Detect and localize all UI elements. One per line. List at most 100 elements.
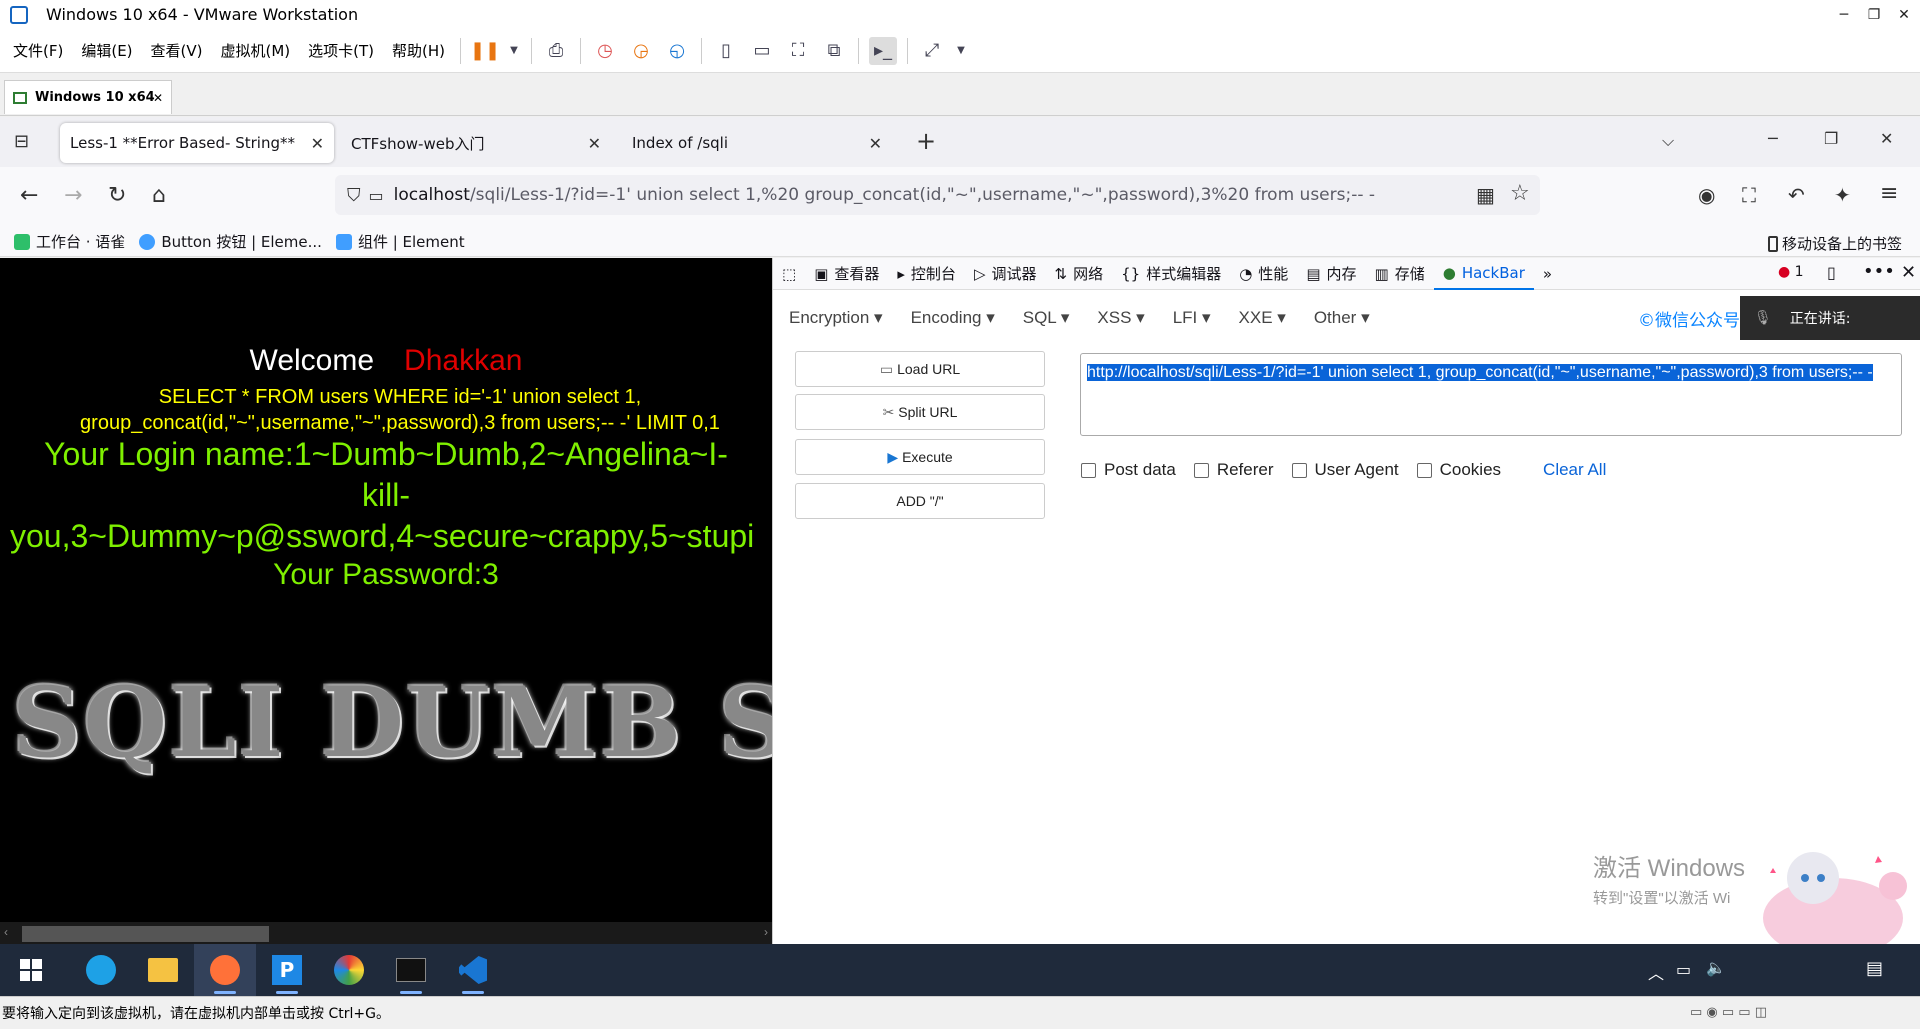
user-agent-option[interactable]: User Agent	[1291, 460, 1399, 480]
back-icon[interactable]: ←	[20, 183, 38, 208]
taskbar-edge[interactable]	[70, 944, 132, 996]
menu-lfi[interactable]: LFI ▾	[1161, 308, 1223, 328]
revert-snapshot-icon[interactable]: ◶	[627, 37, 655, 65]
start-button[interactable]	[0, 944, 62, 996]
menu-xss[interactable]: XSS ▾	[1085, 308, 1156, 328]
tab-hackbar[interactable]: ● HackBar	[1433, 258, 1534, 290]
error-icon[interactable]: ● 1	[1778, 264, 1804, 280]
tab-index-sqli[interactable]: Index of /sqli ✕	[622, 123, 892, 163]
horizontal-scrollbar[interactable]: ‹ ›	[0, 922, 772, 944]
bookmark-element-button[interactable]: Button 按钮 | Eleme...	[139, 231, 322, 252]
element-picker-icon[interactable]: ⬚	[773, 258, 805, 290]
tab-storage[interactable]: ▥ 存储	[1366, 258, 1434, 290]
tab-inspector[interactable]: ▣ 查看器	[805, 258, 888, 290]
bookmark-yuque[interactable]: 工作台 · 语雀	[14, 231, 125, 252]
console-icon[interactable]: ▸_	[869, 36, 898, 65]
tab-network[interactable]: ⇅ 网络	[1046, 258, 1113, 290]
vm-tab[interactable]: Windows 10 x64 ✕	[4, 80, 172, 114]
new-tab-icon[interactable]: +	[916, 127, 936, 155]
tab-style-editor[interactable]: {} 样式编辑器	[1112, 258, 1230, 290]
tab-debugger[interactable]: ▷ 调试器	[965, 258, 1046, 290]
unity-icon[interactable]: ⧉	[820, 37, 848, 65]
tab-overview-icon[interactable]: ⊟	[14, 131, 29, 152]
chevron-down-icon[interactable]: ▼	[954, 37, 968, 65]
account-icon[interactable]: ◉	[1698, 183, 1715, 207]
load-url-button[interactable]: ▭ Load URL	[795, 351, 1045, 387]
extensions-icon[interactable]: ✦	[1834, 183, 1851, 207]
shield-icon[interactable]: ⛉	[347, 185, 361, 206]
hackbar-url-textarea[interactable]: http://localhost/sqli/Less-1/?id=-1' uni…	[1080, 353, 1902, 436]
notification-icon[interactable]: ▤	[1866, 958, 1883, 979]
close-icon[interactable]: ✕	[588, 134, 601, 153]
tab-performance[interactable]: ◔ 性能	[1230, 258, 1297, 290]
add-slash-button[interactable]: ADD "/"	[795, 483, 1045, 519]
page-info-icon[interactable]: ▭	[369, 186, 384, 205]
crop-icon[interactable]: ⛶	[1742, 183, 1756, 207]
close-icon[interactable]: ✕	[1901, 262, 1916, 283]
tab-ctfshow[interactable]: CTFshow-web入门 ✕	[341, 123, 611, 163]
tab-memory[interactable]: ▤ 内存	[1297, 258, 1365, 290]
scrollbar-thumb[interactable]	[22, 926, 269, 942]
thumbnail-icon[interactable]: ▭	[748, 37, 776, 65]
menu-xxe[interactable]: XXE ▾	[1227, 308, 1298, 328]
forward-icon[interactable]: →	[64, 183, 82, 208]
menu-view[interactable]: 查看(V)	[142, 40, 212, 61]
taskbar-terminal[interactable]	[380, 944, 442, 996]
taskbar-firefox[interactable]	[194, 944, 256, 996]
list-tabs-icon[interactable]: ⌵	[1662, 131, 1674, 151]
tray-chevron-icon[interactable]: ︿	[1648, 960, 1664, 984]
close-icon[interactable]: ✕	[153, 91, 163, 105]
scroll-right-icon[interactable]: ›	[764, 925, 768, 939]
close-icon[interactable]: ✕	[1886, 0, 1920, 29]
checkbox[interactable]	[1416, 462, 1432, 478]
more-options-icon[interactable]: •••	[1863, 261, 1895, 282]
menu-sql[interactable]: SQL ▾	[1011, 308, 1082, 328]
menu-help[interactable]: 帮助(H)	[383, 40, 454, 61]
more-tabs-icon[interactable]: »	[1534, 258, 1561, 290]
menu-encryption[interactable]: Encryption ▾	[777, 308, 895, 328]
tab-console[interactable]: ▸ 控制台	[888, 258, 965, 290]
taskbar-explorer[interactable]	[132, 944, 194, 996]
undo-icon[interactable]: ↶	[1788, 183, 1805, 207]
cookies-option[interactable]: Cookies	[1416, 460, 1501, 480]
menu-encoding[interactable]: Encoding ▾	[899, 308, 1007, 328]
referer-option[interactable]: Referer	[1193, 460, 1274, 480]
menu-other[interactable]: Other ▾	[1302, 308, 1382, 328]
menu-vm[interactable]: 虚拟机(M)	[212, 40, 300, 61]
checkbox[interactable]	[1081, 462, 1096, 478]
url-bar[interactable]: ⛉ ▭ localhost/sqli/Less-1/?id=-1' union …	[335, 175, 1540, 215]
snapshot-manager-icon[interactable]: ◵	[663, 37, 691, 65]
close-icon[interactable]: ✕	[311, 134, 324, 153]
taskbar-pycharm[interactable]: P	[256, 944, 318, 996]
taskbar-vscode[interactable]	[442, 944, 504, 996]
checkbox[interactable]	[1193, 462, 1209, 478]
menu-edit[interactable]: 编辑(E)	[72, 40, 141, 61]
split-url-button[interactable]: ✂ Split URL	[795, 394, 1045, 430]
bookmark-star-icon[interactable]: ☆	[1510, 181, 1530, 206]
clear-all-link[interactable]: Clear All	[1543, 460, 1606, 480]
minimize-icon[interactable]: ─	[1768, 129, 1778, 148]
volume-icon[interactable]: 🔈	[1706, 958, 1726, 977]
checkbox[interactable]	[1291, 462, 1307, 478]
chevron-down-icon[interactable]: ▼	[507, 37, 521, 65]
menu-icon[interactable]: ≡	[1880, 181, 1898, 206]
close-icon[interactable]: ✕	[869, 134, 882, 153]
fullscreen-icon[interactable]: ⛶	[784, 37, 812, 65]
pause-icon[interactable]: ❚❚	[470, 37, 500, 65]
reload-icon[interactable]: ↻	[108, 183, 126, 208]
menu-tabs[interactable]: 选项卡(T)	[299, 40, 383, 61]
device-icons[interactable]: ▭ ◉ ▭ ▭ ◫	[1690, 1005, 1767, 1020]
network-icon[interactable]: ▭	[1676, 960, 1691, 979]
stretch-icon[interactable]: ⤢	[918, 37, 946, 65]
taskbar-paint[interactable]	[318, 944, 380, 996]
mobile-bookmarks[interactable]: 移动设备上的书签	[1768, 233, 1902, 254]
library-icon[interactable]: ▯	[712, 37, 740, 65]
dock-icon[interactable]: ▯	[1827, 263, 1836, 282]
post-data-option[interactable]: Post data	[1081, 460, 1176, 480]
menu-file[interactable]: 文件(F)	[4, 40, 72, 61]
send-keys-icon[interactable]: ⎙	[542, 37, 570, 65]
tab-less-1[interactable]: Less-1 **Error Based- String** ✕	[60, 123, 334, 163]
execute-button[interactable]: ▶ Execute	[795, 439, 1045, 475]
restore-icon[interactable]: ❐	[1824, 129, 1838, 148]
qr-code-icon[interactable]: ▦	[1476, 183, 1495, 207]
